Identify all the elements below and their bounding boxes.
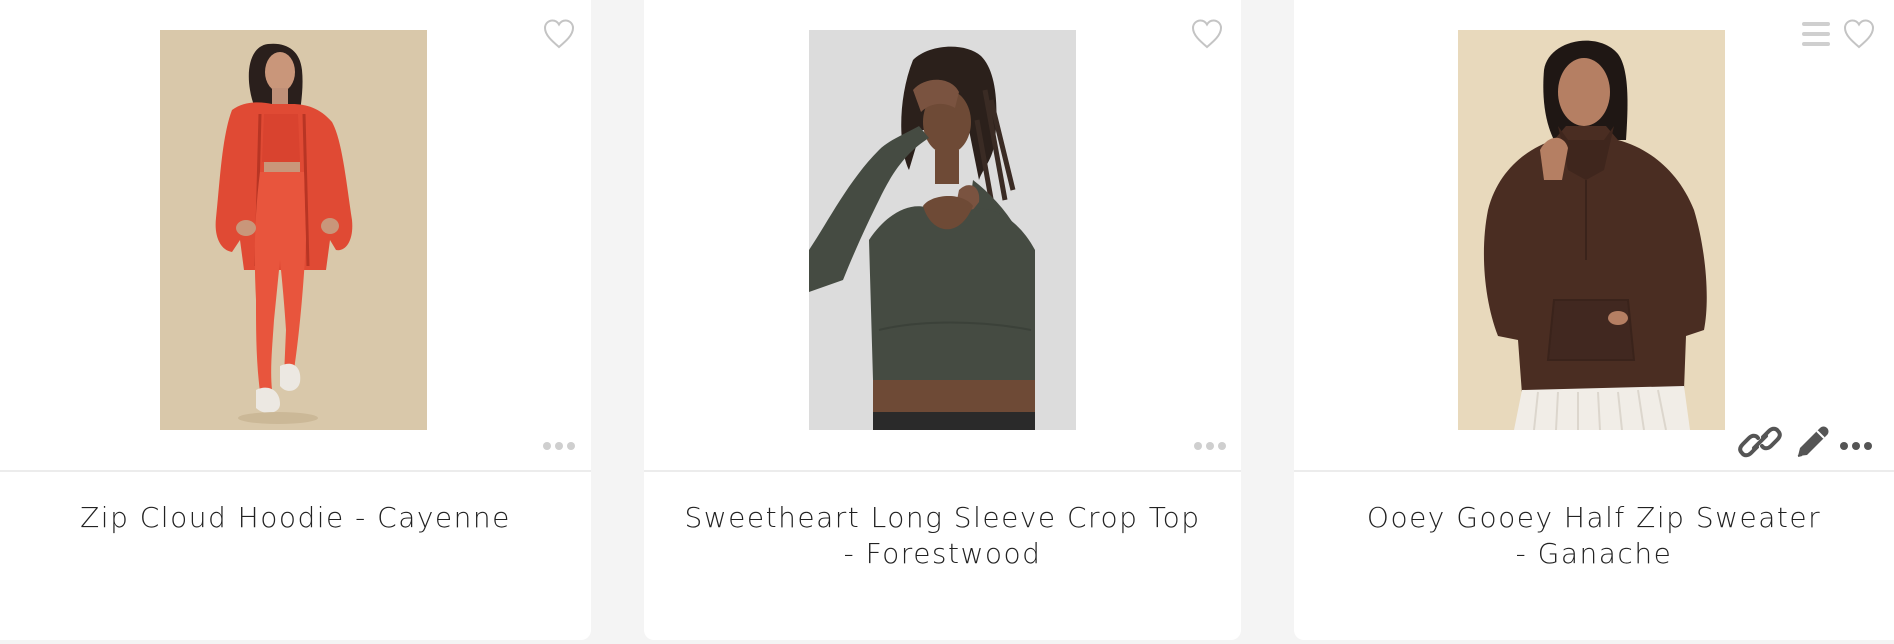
product-title-area: Ooey Gooey Half Zip Sweater - Ganache [1294, 500, 1894, 572]
product-title-area: Sweetheart Long Sleeve Crop Top - Forest… [644, 500, 1241, 572]
product-image[interactable] [809, 30, 1076, 430]
product-card[interactable]: Sweetheart Long Sleeve Crop Top - Forest… [644, 0, 1241, 640]
product-image[interactable] [1458, 30, 1725, 430]
copy-link-icon[interactable] [1738, 420, 1782, 464]
more-options-ellipsis-icon[interactable] [1194, 440, 1228, 452]
more-options-ellipsis-icon[interactable] [543, 440, 577, 452]
product-title-area: Zip Cloud Hoodie - Cayenne [0, 500, 591, 536]
favorite-heart-icon[interactable] [1842, 18, 1876, 50]
product-image-area [644, 0, 1241, 472]
more-options-ellipsis-icon[interactable] [1840, 440, 1874, 452]
list-menu-hamburger-icon[interactable] [1802, 20, 1830, 48]
product-card[interactable]: Zip Cloud Hoodie - Cayenne [0, 0, 591, 640]
product-grid: Zip Cloud Hoodie - Cayenne Sweetheart Lo… [0, 0, 1894, 644]
product-image-area [0, 0, 591, 472]
product-title-link[interactable]: Zip Cloud Hoodie - Cayenne [36, 500, 556, 536]
edit-pencil-icon[interactable] [1790, 420, 1834, 464]
favorite-heart-icon[interactable] [542, 18, 576, 50]
product-title-link[interactable]: Sweetheart Long Sleeve Crop Top - Forest… [683, 500, 1203, 572]
product-title-link[interactable]: Ooey Gooey Half Zip Sweater - Ganache [1364, 500, 1824, 572]
product-image-area [1294, 0, 1894, 472]
product-image[interactable] [160, 30, 427, 430]
product-card[interactable]: Ooey Gooey Half Zip Sweater - Ganache [1294, 0, 1894, 640]
favorite-heart-icon[interactable] [1190, 18, 1224, 50]
